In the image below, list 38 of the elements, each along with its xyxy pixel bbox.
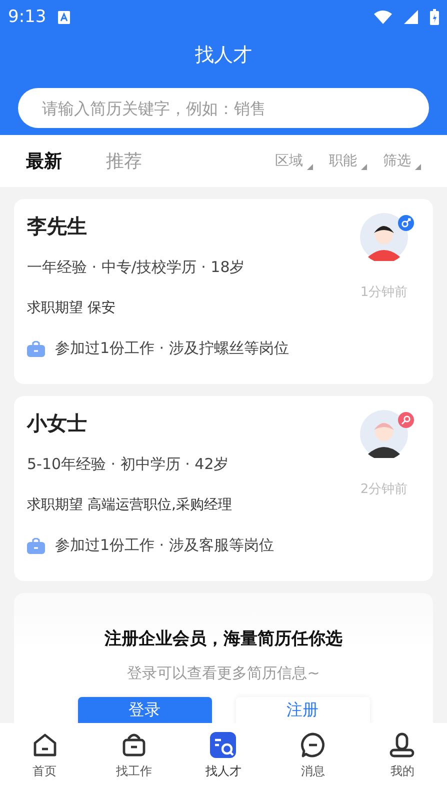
briefcase-icon — [27, 538, 45, 554]
candidate-summary: 一年经验 · 中专/技校学历 · 18岁 — [27, 258, 246, 277]
wifi-icon — [374, 10, 392, 24]
dropdown-triangle-icon — [307, 164, 313, 170]
briefcase-icon — [27, 340, 45, 356]
status-time: 9:13 — [8, 7, 46, 27]
register-button[interactable]: 注册 — [236, 697, 370, 723]
candidate-name: 小女士 — [27, 410, 88, 437]
job-expectation: 求职期望 保安 — [27, 299, 116, 317]
male-icon — [398, 215, 414, 231]
app-notification-icon — [58, 10, 70, 24]
nav-tab[interactable]: 我的 — [367, 731, 438, 780]
posted-time: 1分钟前 — [360, 284, 408, 301]
search-field[interactable]: 请输入简历关键字，例如：销售 — [18, 88, 429, 128]
person-icon — [388, 731, 416, 759]
promo-subtitle: 登录可以查看更多简历信息~ — [127, 664, 320, 683]
resume-search-icon — [209, 731, 238, 759]
posted-time: 2分钟前 — [360, 481, 408, 498]
nav-tab[interactable]: 消息 — [278, 731, 348, 780]
work-history: 参加过1份工作 · 涉及客服等岗位 — [55, 536, 274, 555]
nav-tab[interactable]: 找人才 — [188, 731, 258, 780]
candidate-card[interactable]: 李先生 一年经验 · 中专/技校学历 · 18岁 求职期望 保安 参加过1份工作 · 涉及拧螺丝等岗位 1分钟前 — [14, 199, 433, 384]
login-button[interactable]: 登录 — [78, 697, 212, 723]
chat-bubble-icon — [298, 731, 327, 759]
candidate-summary: 5-10年经验 · 初中学历 · 42岁 — [27, 455, 230, 474]
job-expectation: 求职期望 高端运营职位,采购经理 — [27, 496, 233, 514]
page-title: 找人才 — [194, 43, 253, 68]
candidate-name: 李先生 — [27, 213, 88, 240]
signal-icon — [404, 10, 418, 24]
tab[interactable]: 最新 — [26, 149, 62, 173]
promo-title: 注册企业会员，海量简历任你选 — [104, 628, 342, 650]
nav-tab[interactable]: 首页 — [10, 731, 80, 780]
nav-tab[interactable]: 找工作 — [99, 731, 170, 780]
dropdown-triangle-icon — [415, 164, 421, 170]
work-history: 参加过1份工作 · 涉及拧螺丝等岗位 — [55, 339, 289, 358]
dropdown-triangle-icon — [361, 164, 367, 170]
battery-icon — [430, 9, 439, 25]
candidate-card[interactable]: 小女士 5-10年经验 · 初中学历 · 42岁 求职期望 高端运营职位,采购经理 参加过1份工作 · 涉及客服等岗位 2分钟前 — [14, 396, 433, 581]
